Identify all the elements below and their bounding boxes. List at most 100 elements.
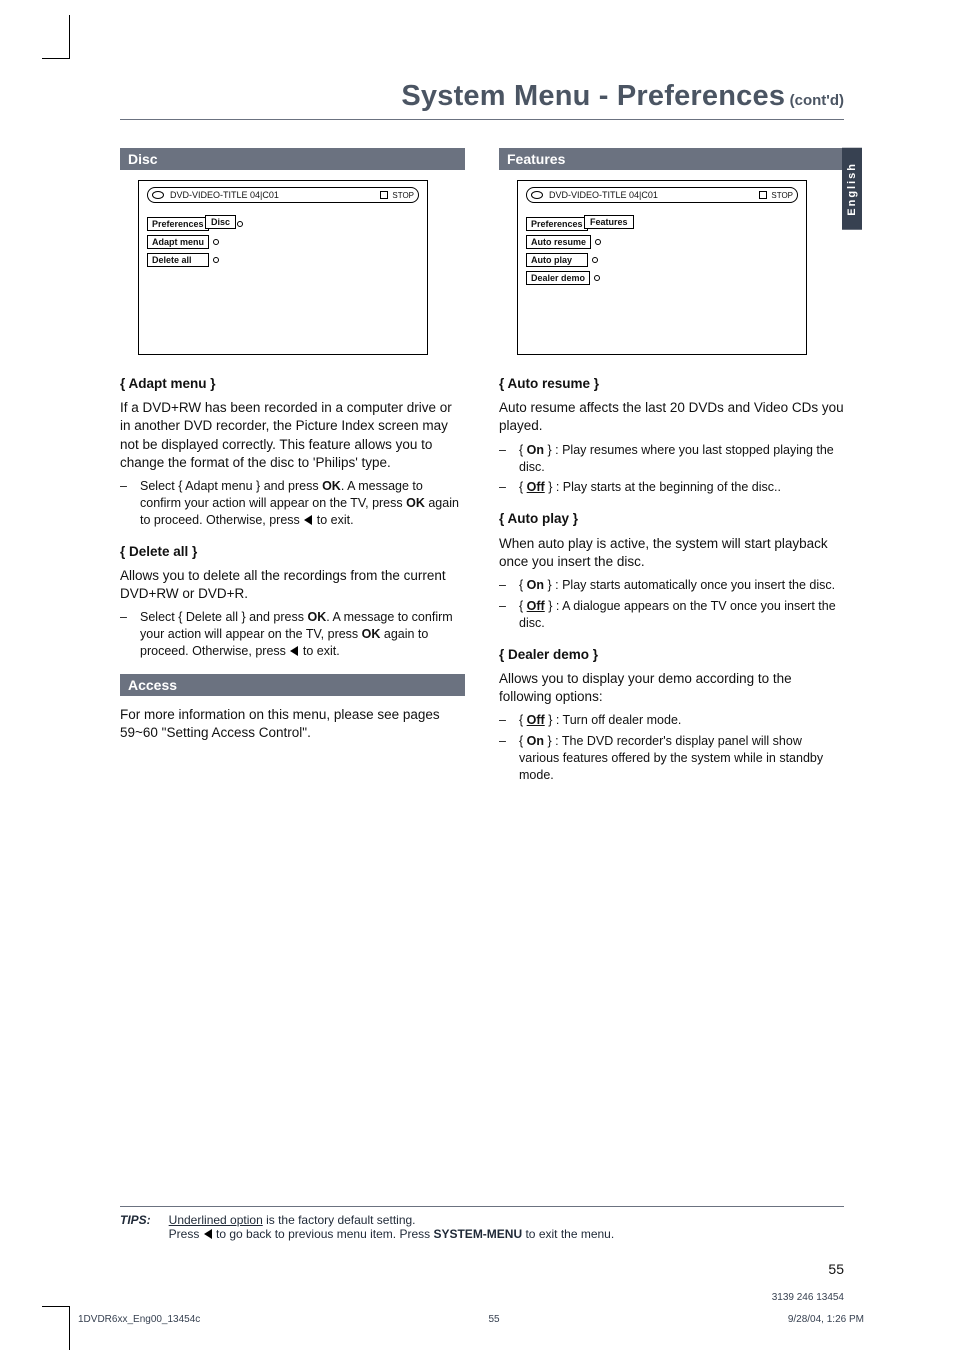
delete-all-step: – Select { Delete all } and press OK. A …: [120, 609, 465, 660]
auto-play-off-text: } : A dialogue appears on the TV once yo…: [519, 599, 836, 630]
delete-all-para: Allows you to delete all the recordings …: [120, 567, 465, 603]
tips-underlined: Underlined option: [169, 1213, 263, 1227]
auto-play-para: When auto play is active, the system wil…: [499, 535, 844, 571]
page-title-contd: (cont'd): [790, 92, 844, 109]
auto-play-on-text: } : Play starts automatically once you i…: [544, 578, 835, 592]
disc-stop-label: STOP: [392, 191, 414, 200]
tree-node-icon: [213, 239, 219, 245]
auto-resume-para: Auto resume affects the last 20 DVDs and…: [499, 399, 844, 435]
auto-resume-on-text: } : Play resumes where you last stopped …: [519, 443, 834, 474]
part-number: 3139 246 13454: [772, 1292, 844, 1303]
left-arrow-icon: [203, 1227, 213, 1241]
crop-mark-bottom-left: [42, 1306, 70, 1350]
delete-step-a: Select { Delete all } and press: [140, 610, 307, 624]
auto-play-heading: { Auto play }: [499, 510, 844, 528]
adapt-menu-heading: { Adapt menu }: [120, 375, 465, 393]
disc-adapt-menu-box: Adapt menu: [147, 235, 209, 249]
features-body: { Auto resume } Auto resume affects the …: [499, 375, 844, 784]
page: System Menu - Preferences (cont'd) Engli…: [0, 0, 954, 1365]
delete-step-d: to exit.: [299, 644, 339, 658]
auto-resume-off-text: } : Play starts at the beginning of the …: [545, 480, 781, 494]
dealer-demo-on: – { On } : The DVD recorder's display pa…: [499, 733, 844, 784]
language-tab: English: [842, 148, 862, 230]
dealer-demo-heading: { Dealer demo }: [499, 646, 844, 664]
features-preferences-box: Preferences: [526, 217, 588, 231]
features-menu-titlebar: DVD-VIDEO-TITLE 04|C01 STOP: [526, 187, 798, 203]
disc-crumb: Disc: [205, 215, 236, 229]
page-title: System Menu - Preferences: [401, 80, 785, 112]
auto-play-off: – { Off } : A dialogue appears on the TV…: [499, 598, 844, 632]
footer-timestamp: 9/28/04, 1:26 PM: [788, 1314, 864, 1325]
disc-preferences-box: Preferences: [147, 217, 209, 231]
ok-label: OK: [307, 610, 326, 624]
disc-menu-titlebar: DVD-VIDEO-TITLE 04|C01 STOP: [147, 187, 419, 203]
section-bar-features: Features: [499, 148, 844, 170]
dealer-demo-off: – { Off } : Turn off dealer mode.: [499, 712, 844, 729]
features-auto-resume-box: Auto resume: [526, 235, 591, 249]
features-stop-label: STOP: [771, 191, 793, 200]
crop-mark-top-left: [42, 15, 70, 59]
features-menu-tree: Features Preferences Auto resume Auto pl…: [526, 217, 798, 285]
system-menu-label: SYSTEM-MENU: [433, 1227, 522, 1241]
tree-node-icon: [594, 275, 600, 281]
dealer-demo-on-text: } : The DVD recorder's display panel wil…: [519, 734, 823, 782]
content-columns: Disc DVD-VIDEO-TITLE 04|C01 STOP Disc: [120, 148, 844, 798]
tips-line2b: to go back to previous menu item. Press: [213, 1227, 434, 1241]
tree-node-icon: [595, 239, 601, 245]
disc-icon: [531, 191, 543, 199]
auto-resume-on: – { On } : Play resumes where you last s…: [499, 442, 844, 476]
ok-label: OK: [322, 479, 341, 493]
tree-node-icon: [592, 257, 598, 263]
auto-resume-off: – { Off } : Play starts at the beginning…: [499, 479, 844, 496]
ok-label: OK: [362, 627, 381, 641]
section-bar-disc: Disc: [120, 148, 465, 170]
tips-line2a: Press: [169, 1227, 203, 1241]
stop-icon: [759, 191, 767, 199]
off-label: Off: [527, 480, 545, 494]
on-label: On: [527, 443, 544, 457]
on-label: On: [527, 578, 544, 592]
adapt-step-d: to exit.: [313, 513, 353, 527]
auto-resume-heading: { Auto resume }: [499, 375, 844, 393]
dealer-demo-para: Allows you to display your demo accordin…: [499, 670, 844, 706]
tips-footer: TIPS: Underlined option is the factory d…: [120, 1206, 844, 1241]
features-auto-play-box: Auto play: [526, 253, 588, 267]
adapt-menu-para: If a DVD+RW has been recorded in a compu…: [120, 399, 465, 472]
right-column: Features DVD-VIDEO-TITLE 04|C01 STOP Fea…: [499, 148, 844, 798]
features-menu-screenshot: DVD-VIDEO-TITLE 04|C01 STOP Features Pre…: [517, 180, 807, 355]
ok-label: OK: [406, 496, 425, 510]
left-arrow-icon: [289, 644, 299, 658]
features-dealer-demo-box: Dealer demo: [526, 271, 590, 285]
page-number: 55: [828, 1261, 844, 1277]
footer-filename: 1DVDR6xx_Eng00_13454c: [78, 1314, 200, 1325]
adapt-menu-step: – Select { Adapt menu } and press OK. A …: [120, 478, 465, 529]
features-crumb: Features: [584, 215, 634, 229]
auto-play-on: – { On } : Play starts automatically onc…: [499, 577, 844, 594]
disc-menu-screenshot: DVD-VIDEO-TITLE 04|C01 STOP Disc Prefere…: [138, 180, 428, 355]
on-label: On: [527, 734, 544, 748]
disc-menu-tree: Disc Preferences Adapt menu Delete all: [147, 217, 419, 267]
off-label: Off: [527, 599, 545, 613]
disc-body: { Adapt menu } If a DVD+RW has been reco…: [120, 375, 465, 660]
footer-page: 55: [489, 1314, 500, 1325]
dealer-demo-off-text: } : Turn off dealer mode.: [545, 713, 682, 727]
access-para: For more information on this menu, pleas…: [120, 706, 465, 742]
stop-icon: [380, 191, 388, 199]
left-arrow-icon: [303, 513, 313, 527]
features-menu-title: DVD-VIDEO-TITLE 04|C01: [549, 190, 658, 200]
tree-node-icon: [237, 221, 243, 227]
disc-delete-all-box: Delete all: [147, 253, 209, 267]
left-column: Disc DVD-VIDEO-TITLE 04|C01 STOP Disc: [120, 148, 465, 798]
disc-icon: [152, 191, 164, 199]
delete-all-heading: { Delete all }: [120, 543, 465, 561]
disc-menu-title: DVD-VIDEO-TITLE 04|C01: [170, 190, 279, 200]
adapt-step-a: Select { Adapt menu } and press: [140, 479, 322, 493]
tips-line1b: is the factory default setting.: [263, 1213, 416, 1227]
page-title-row: System Menu - Preferences (cont'd): [120, 80, 844, 120]
print-footer: 1DVDR6xx_Eng00_13454c 55 9/28/04, 1:26 P…: [78, 1314, 864, 1325]
tree-node-icon: [213, 257, 219, 263]
tips-line2d: to exit the menu.: [522, 1227, 614, 1241]
tips-label: TIPS:: [120, 1213, 151, 1241]
section-bar-access: Access: [120, 674, 465, 696]
off-label: Off: [527, 713, 545, 727]
